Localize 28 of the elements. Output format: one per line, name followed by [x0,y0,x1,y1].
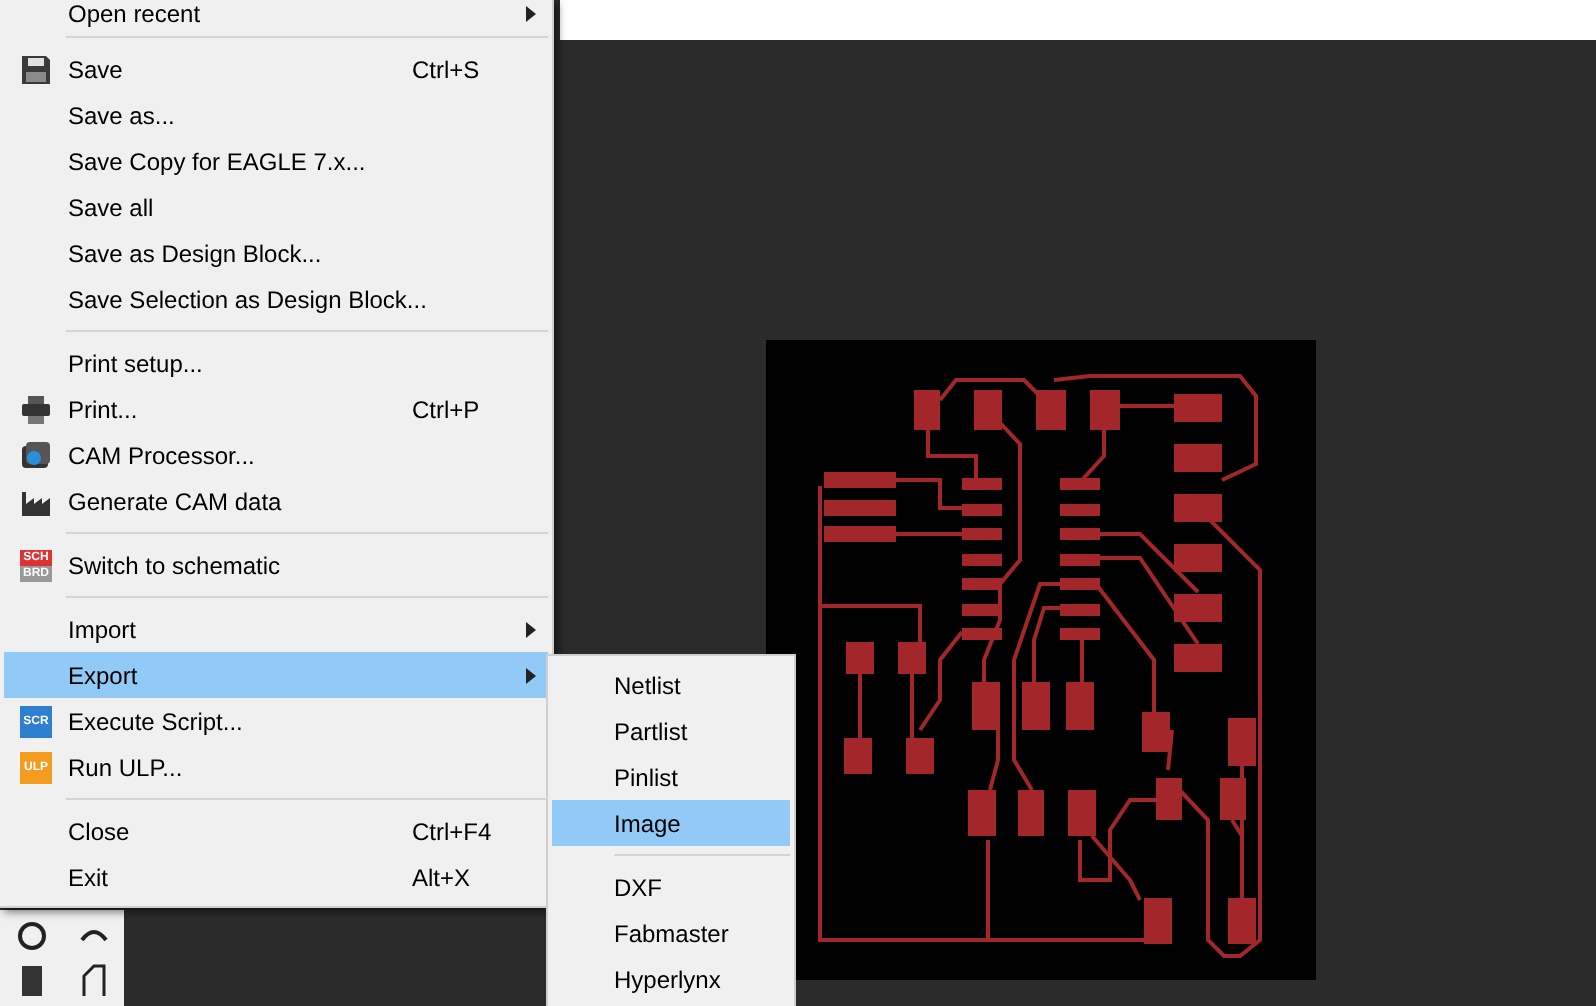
rectangle-tool-icon[interactable] [19,964,43,996]
menu-item[interactable]: Exit Alt+X [4,854,548,900]
submenu-item[interactable]: Fabmaster [552,910,790,956]
menu-item[interactable]: Generate CAM data [4,478,548,524]
menu-item[interactable]: Print setup... [4,340,548,386]
submenu-item[interactable]: Partlist [552,708,790,754]
menu-item[interactable]: Close Ctrl+F4 [4,808,548,854]
menu-item[interactable]: Print... Ctrl+P [4,386,548,432]
submenu-item[interactable]: Pinlist [552,754,790,800]
menu-item[interactable]: Save all [4,184,548,230]
camera-icon [20,439,52,471]
circle-tool-icon[interactable] [15,920,47,952]
submenu-item[interactable]: Image [552,800,790,846]
menu-item[interactable]: Save Ctrl+S [4,46,548,92]
submenu-item[interactable]: Hyperlynx [552,956,790,1002]
menu-item[interactable]: Save Copy for EAGLE 7.x... [4,138,548,184]
printer-icon [20,393,52,425]
menu-item[interactable]: Save as... [4,92,548,138]
menu-item[interactable]: CAM Processor... [4,432,548,478]
submenu-item[interactable]: DXF [552,864,790,910]
save-icon [20,53,52,85]
menu-item[interactable]: Open recent [4,0,548,28]
menu-item[interactable]: Export [4,652,548,698]
submenu-item[interactable]: Netlist [552,662,790,708]
polygon-tool-icon[interactable] [81,964,105,996]
menu-item[interactable]: Import [4,606,548,652]
menu-item[interactable]: Save as Design Block... [4,230,548,276]
menu-item[interactable]: Save Selection as Design Block... [4,276,548,322]
